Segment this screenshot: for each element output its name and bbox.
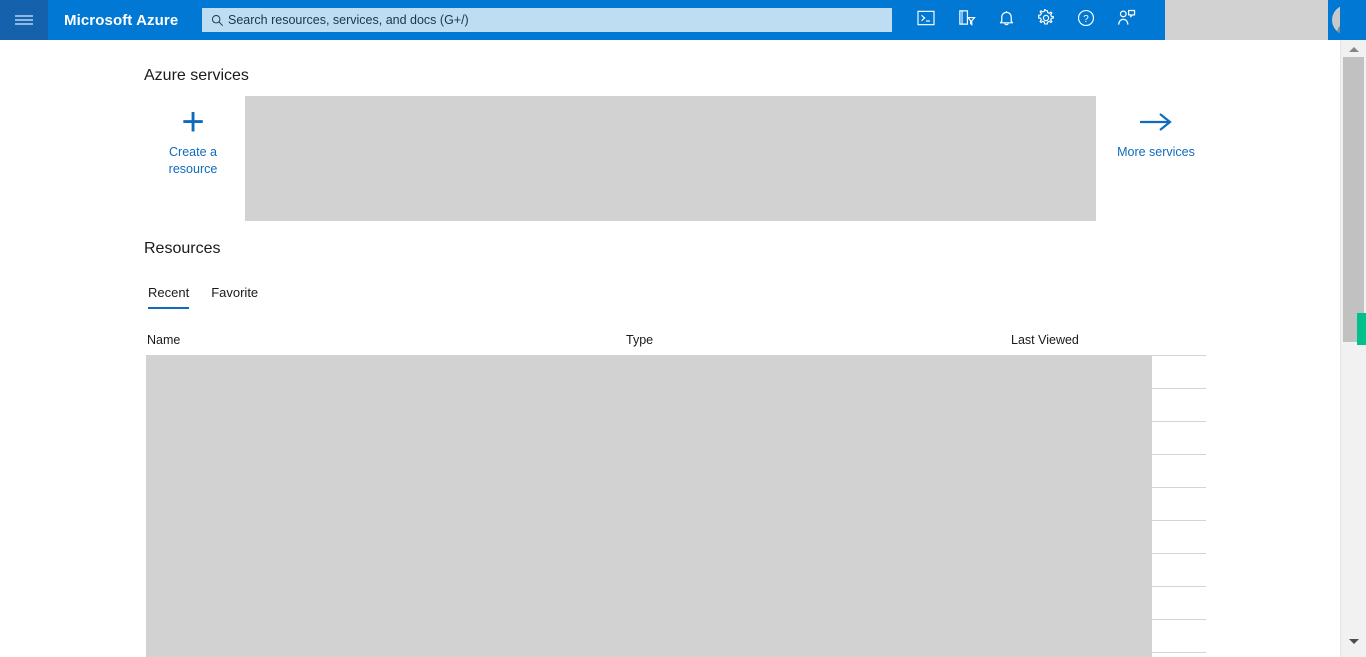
help-question-icon: ? — [1077, 9, 1095, 32]
dashboard-content: Azure services + Create a resource More … — [0, 40, 1340, 657]
settings-gear-icon — [1037, 7, 1055, 32]
create-resource-label-line2: resource — [168, 162, 218, 176]
more-services-tile[interactable]: More services — [1112, 100, 1200, 161]
header-icon-group: ? — [906, 0, 1146, 40]
scroll-down-button[interactable] — [1341, 632, 1366, 650]
table-row-separator — [1151, 619, 1206, 620]
scroll-up-button[interactable] — [1341, 40, 1366, 58]
scrollbar-position-marker — [1357, 313, 1366, 345]
create-resource-label-line1: Create a — [169, 145, 217, 159]
settings-button[interactable] — [1026, 0, 1066, 40]
global-search-box[interactable] — [202, 8, 892, 32]
arrow-right-icon — [1112, 100, 1200, 144]
feedback-button[interactable] — [1106, 0, 1146, 40]
help-button[interactable]: ? — [1066, 0, 1106, 40]
masked-header-region — [1165, 0, 1328, 40]
notifications-button[interactable] — [986, 0, 1026, 40]
notifications-bell-icon — [998, 9, 1015, 32]
table-row-separator — [1151, 454, 1206, 455]
scroll-down-arrow-icon — [1348, 638, 1359, 644]
table-row-separator — [1151, 355, 1206, 356]
scrollbar-header-cap — [1340, 0, 1366, 40]
column-header-last-viewed[interactable]: Last Viewed — [1011, 333, 1079, 347]
table-row-separator — [1151, 487, 1206, 488]
hamburger-icon — [15, 13, 33, 27]
table-row-separator — [1151, 652, 1206, 653]
directory-filter-icon — [957, 9, 976, 32]
tab-recent[interactable]: Recent — [148, 285, 190, 309]
scroll-up-arrow-icon — [1348, 46, 1359, 52]
cloud-shell-button[interactable] — [906, 0, 946, 40]
resources-table-row-separators — [1151, 355, 1206, 657]
resources-heading: Resources — [144, 240, 221, 257]
brand-title[interactable]: Microsoft Azure — [48, 12, 192, 29]
tab-favorite[interactable]: Favorite — [211, 285, 258, 309]
column-header-name[interactable]: Name — [147, 333, 180, 347]
table-row-separator — [1151, 388, 1206, 389]
masked-resources-table-region — [146, 355, 1152, 657]
scrollbar-thumb[interactable] — [1343, 57, 1364, 342]
table-row-separator — [1151, 586, 1206, 587]
svg-text:?: ? — [1083, 13, 1089, 24]
cloud-shell-icon — [917, 10, 935, 31]
azure-services-heading: Azure services — [144, 67, 249, 84]
table-row-separator — [1151, 520, 1206, 521]
plus-icon: + — [181, 100, 205, 144]
column-header-type[interactable]: Type — [626, 333, 653, 347]
masked-services-region — [245, 96, 1096, 221]
search-icon — [206, 14, 228, 27]
search-input[interactable] — [228, 13, 868, 27]
resources-table-header: Name Type Last Viewed — [0, 333, 1206, 353]
table-row-separator — [1151, 553, 1206, 554]
directory-filter-button[interactable] — [946, 0, 986, 40]
top-navigation-bar: Microsoft Azure Search resources, servic… — [0, 0, 1366, 40]
table-row-separator — [1151, 421, 1206, 422]
create-a-resource-tile[interactable]: + Create a resource — [148, 100, 238, 178]
feedback-person-icon — [1117, 9, 1136, 32]
resources-tab-list: Recent Favorite — [148, 285, 258, 309]
hamburger-menu-button[interactable] — [0, 0, 48, 40]
more-services-label: More services — [1117, 145, 1195, 159]
